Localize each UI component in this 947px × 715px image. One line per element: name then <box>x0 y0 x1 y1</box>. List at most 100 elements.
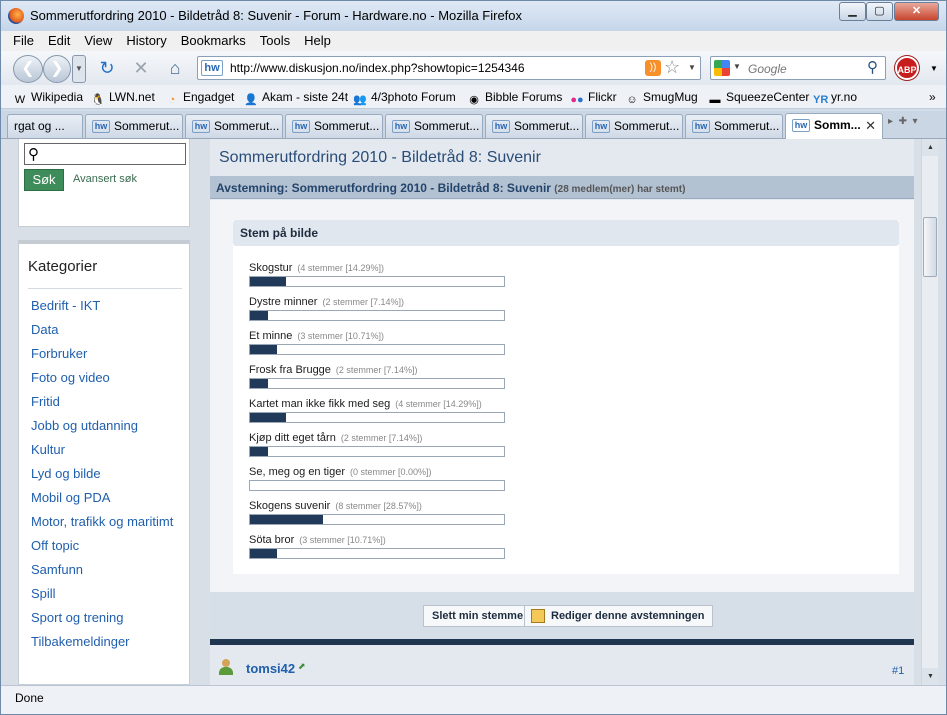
menu-tools[interactable]: Tools <box>249 31 293 48</box>
tab[interactable]: hw Sommerut... <box>85 114 183 138</box>
post-username[interactable]: tomsi42 <box>246 661 295 676</box>
category-link[interactable]: Data <box>31 322 186 338</box>
bookmark-bibble[interactable]: ◉ Bibble Forums <box>467 90 562 107</box>
forward-arrow-icon[interactable]: ❯ <box>43 55 71 83</box>
home-icon[interactable]: ⌂ <box>165 58 185 78</box>
menu-view[interactable]: View <box>73 31 115 48</box>
reload-icon[interactable]: ↻ <box>97 58 117 78</box>
tab[interactable]: hw Sommerut... <box>685 114 783 138</box>
poll-options: Skogstur (4 stemmer [14.29%]) Dystre minne… <box>249 260 649 566</box>
poll-option-votes: (3 stemmer [10.71%]) <box>297 331 384 341</box>
external-link-icon[interactable]: ⬈ <box>298 661 306 672</box>
category-link[interactable]: Spill <box>31 586 186 602</box>
wikipedia-icon: W <box>14 94 26 106</box>
category-link[interactable]: Forbruker <box>31 346 186 362</box>
site-favicon: hw <box>192 120 210 133</box>
site-favicon: hw <box>792 119 810 132</box>
bookmark-label: SqueezeCenter <box>726 90 810 104</box>
bookmarks-overflow-icon[interactable]: » <box>929 90 936 104</box>
category-link[interactable]: Foto og video <box>31 370 186 386</box>
site-favicon: hw <box>392 120 410 133</box>
url-text[interactable]: http://www.diskusjon.no/index.php?showto… <box>230 61 525 75</box>
post-header: tomsi42 ⬈ #1 <box>210 653 914 685</box>
scroll-down-icon[interactable]: ▼ <box>922 668 939 685</box>
engine-dropdown-icon[interactable]: ▼ <box>733 62 741 71</box>
search-icon[interactable]: ⚲ <box>867 58 878 76</box>
poll-option: Skogens suvenir (8 stemmer [28.57%]) <box>249 498 649 532</box>
adblock-dropdown-icon[interactable]: ▼ <box>930 64 938 73</box>
tab[interactable]: hw Sommerut... <box>285 114 383 138</box>
menu-bookmarks[interactable]: Bookmarks <box>170 31 249 48</box>
history-dropdown-icon[interactable]: ▼ <box>72 55 86 83</box>
bookmark-lwn[interactable]: 🐧 LWN.net <box>91 90 155 107</box>
stop-icon[interactable]: ✕ <box>131 58 151 78</box>
menu-help[interactable]: Help <box>293 31 334 48</box>
adblock-icon[interactable]: ABP <box>895 56 919 80</box>
menu-edit[interactable]: Edit <box>37 31 73 48</box>
search-button[interactable]: Søk <box>24 169 64 191</box>
menu-history[interactable]: History <box>115 31 169 48</box>
search-box[interactable]: ▼ Google ⚲ <box>710 56 886 80</box>
tab-controls[interactable]: ▸ ✚ ▾ <box>888 116 942 136</box>
feed-icon: ◔ <box>168 94 176 106</box>
search-placeholder[interactable]: Google <box>748 62 787 76</box>
divider-bar <box>210 639 914 645</box>
delete-vote-button[interactable]: Slett min stemme <box>423 605 533 627</box>
poll-option-label: Frosk fra Brugge <box>249 364 331 376</box>
tab[interactable]: hw Sommerut... <box>485 114 583 138</box>
minimize-button[interactable]: ▁ <box>839 2 866 21</box>
tab[interactable]: rgat og ... <box>7 114 83 138</box>
window-title: Sommerutfordring 2010 - Bildetråd 8: Suv… <box>30 8 523 23</box>
close-tab-icon[interactable]: ✕ <box>865 118 876 134</box>
tab[interactable]: hw Sommerut... <box>385 114 483 138</box>
bookmark-label: SmugMug <box>643 90 698 104</box>
category-link[interactable]: Tilbakemeldinger <box>31 634 186 650</box>
category-link[interactable]: Samfunn <box>31 562 186 578</box>
category-link[interactable]: Lyd og bilde <box>31 466 186 482</box>
bookmark-flickr[interactable]: ●● Flickr <box>570 90 616 107</box>
bookmark-akam[interactable]: 👤 Akam - siste 24t <box>244 90 348 107</box>
edit-poll-button[interactable]: Rediger denne avstemningen <box>524 605 714 627</box>
poll-heading-text: Avstemning: Sommerutfordring 2010 - Bild… <box>216 181 551 195</box>
category-link[interactable]: Kultur <box>31 442 186 458</box>
category-link[interactable]: Mobil og PDA <box>31 490 186 506</box>
tab-label: Somm... <box>814 118 861 132</box>
vote-header: Stem på bilde <box>233 220 899 246</box>
poll-option-votes: (2 stemmer [7.14%]) <box>340 433 423 443</box>
category-link[interactable]: Bedrift - IKT <box>31 298 186 314</box>
tab[interactable]: hw Sommerut... <box>585 114 683 138</box>
poll-option-votes: (2 stemmer [7.14%]) <box>335 365 418 375</box>
category-link[interactable]: Off topic <box>31 538 186 554</box>
scroll-up-icon[interactable]: ▲ <box>922 139 939 156</box>
tab[interactable]: hw Sommerut... <box>185 114 283 138</box>
vertical-scrollbar[interactable]: ▲ ▼ <box>921 139 939 685</box>
poll-option-votes: (8 stemmer [28.57%]) <box>335 501 422 511</box>
post-number[interactable]: #1 <box>892 665 904 677</box>
maximize-button[interactable]: ▢ <box>866 2 893 21</box>
tab-bar: rgat og ... hw Sommerut... hw Sommerut... … <box>1 111 946 139</box>
category-link[interactable]: Sport og trening <box>31 610 186 626</box>
bookmark-43photo[interactable]: 👥 4/3photo Forum <box>353 90 456 107</box>
bookmark-star-icon[interactable]: ☆ <box>664 57 680 78</box>
bookmark-label: Akam - siste 24t <box>262 90 349 104</box>
search-input[interactable]: ⚲ <box>24 143 186 165</box>
category-link[interactable]: Jobb og utdanning <box>31 418 186 434</box>
bookmark-yr[interactable]: YR yr.no <box>813 90 857 107</box>
tab-active[interactable]: hw Somm... ✕ <box>785 113 883 139</box>
bookmark-engadget[interactable]: ◔ Engadget <box>165 90 235 107</box>
url-dropdown-icon[interactable]: ▼ <box>688 63 696 72</box>
poll-bar-fill <box>250 311 269 320</box>
rss-icon[interactable]: )) <box>645 60 661 76</box>
scroll-thumb[interactable] <box>923 217 937 277</box>
bookmark-smugmug[interactable]: ☺ SmugMug <box>625 90 698 107</box>
url-bar[interactable]: hw http://www.diskusjon.no/index.php?sho… <box>197 56 701 80</box>
menu-file[interactable]: File <box>1 31 37 48</box>
category-link[interactable]: Fritid <box>31 394 186 410</box>
bookmark-squeezecenter[interactable]: ▬ SqueezeCenter <box>708 90 810 107</box>
bookmark-wikipedia[interactable]: W Wikipedia <box>13 90 83 107</box>
google-icon[interactable] <box>714 60 730 76</box>
advanced-search-link[interactable]: Avansert søk <box>73 173 137 185</box>
close-button[interactable]: ✕ <box>894 2 939 21</box>
category-link[interactable]: Motor, trafikk og maritimt <box>31 514 186 530</box>
back-arrow-icon[interactable]: ❮ <box>13 55 43 83</box>
